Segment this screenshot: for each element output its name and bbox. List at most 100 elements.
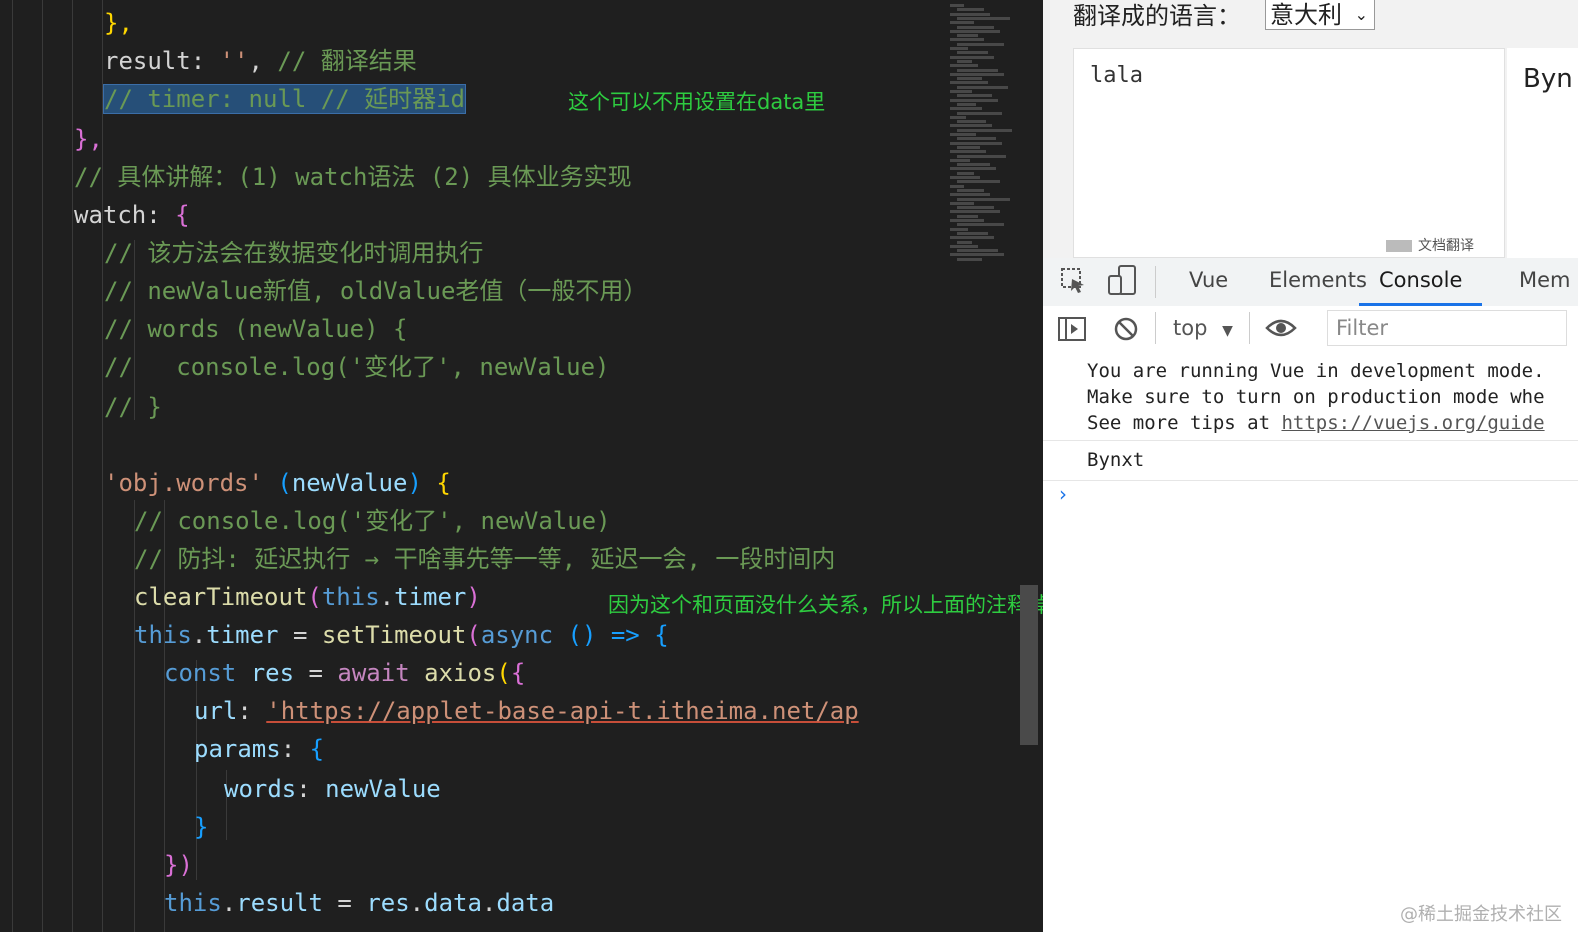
code-line-words[interactable]: words: newValue — [224, 770, 441, 808]
code-token: { — [510, 659, 526, 687]
code-line-close-brace[interactable]: }, — [104, 4, 133, 42]
code-line-obj-words-watcher[interactable]: 'obj.words' (newValue) { — [104, 464, 451, 502]
code-token: . — [221, 889, 237, 917]
code-token: ( — [496, 659, 511, 687]
eye-icon[interactable] — [1265, 316, 1297, 346]
result-text: Byn — [1523, 64, 1573, 94]
indent-guide — [72, 0, 73, 932]
minimap-line — [957, 214, 978, 218]
code-token: // console.log('变化了', newValue) — [104, 353, 610, 381]
vue-guide-link[interactable]: https://vuejs.org/guide — [1281, 412, 1544, 434]
code-editor[interactable]: }, result: '', // 翻译结果// timer: null // 延… — [0, 0, 1043, 932]
code-token: = — [294, 659, 338, 687]
tab-elements[interactable]: Elements — [1269, 258, 1367, 306]
minimap-line — [957, 51, 988, 55]
context-select[interactable]: top ▼ — [1173, 316, 1233, 340]
minimap-line — [950, 193, 990, 197]
inspect-element-icon[interactable] — [1059, 266, 1087, 300]
device-toolbar-icon[interactable] — [1107, 264, 1137, 302]
minimap-line — [957, 111, 1002, 115]
minimap-line — [950, 81, 988, 85]
doc-translate-link[interactable]: 文档翻译 — [1386, 235, 1474, 255]
code-token: () => — [553, 621, 655, 649]
tab-memory[interactable]: Mem — [1519, 258, 1571, 306]
sidebar-toggle-icon[interactable] — [1057, 315, 1087, 349]
console-message: See more tips at https://vuejs.org/guide — [1087, 412, 1545, 434]
minimap-line — [957, 249, 998, 253]
code-token: data — [496, 889, 555, 917]
code-token: params — [194, 735, 281, 763]
code-line-params[interactable]: params: { — [194, 730, 324, 768]
filter-input[interactable]: Filter — [1327, 310, 1567, 346]
editor-scrollbar[interactable] — [1020, 585, 1038, 745]
minimap-line — [957, 197, 1010, 201]
code-line-comment-explain[interactable]: // 具体讲解：(1) watch语法 (2) 具体业务实现 — [74, 158, 632, 196]
minimap-line — [950, 176, 980, 179]
minimap-line — [950, 98, 998, 102]
code-line-url[interactable]: url: 'https://applet-base-api-t.itheima.… — [194, 692, 859, 730]
minimap-line — [957, 34, 978, 38]
source-textarea[interactable]: lala 文档翻译 — [1073, 48, 1505, 258]
toolbar-divider — [1155, 312, 1156, 344]
toolbar-divider — [1249, 312, 1250, 344]
code-token: // newValue新值, oldValue老值（一般不用） — [104, 277, 648, 305]
minimap-line — [957, 240, 972, 244]
console-output: You are running Vue in development mode.… — [1043, 352, 1578, 932]
code-token: this — [134, 621, 192, 649]
code-token: : — [146, 201, 176, 229]
code-token: : — [237, 697, 267, 725]
code-token: { — [654, 621, 669, 649]
language-select[interactable]: 意大利 ⌄ — [1265, 0, 1375, 30]
minimap-line — [957, 188, 984, 192]
console-message: Make sure to turn on production mode whe — [1087, 386, 1545, 408]
code-line-timer-selected[interactable]: // timer: null // 延时器id — [103, 80, 466, 118]
code-token: : — [296, 775, 326, 803]
clear-console-icon[interactable] — [1113, 316, 1139, 348]
minimap-line — [950, 150, 986, 154]
code-token: words — [224, 775, 297, 803]
code-token: 'obj.words' — [104, 469, 263, 497]
code-line-axios-call[interactable]: const res = await axios({ — [164, 654, 525, 692]
code-token: ) — [407, 469, 437, 497]
code-line-clear-timeout[interactable]: clearTimeout(this.timer) — [134, 578, 481, 616]
code-line-comment-2[interactable]: // newValue新值, oldValue老值（一般不用） — [104, 272, 647, 310]
console-message-text: See more tips at — [1087, 412, 1282, 434]
tab-console[interactable]: Console — [1359, 258, 1483, 306]
code-line-comment-debounce[interactable]: // 防抖: 延迟执行 → 干啥事先等一等, 延迟一会, 一段时间内 — [134, 540, 835, 578]
code-line-comment-3[interactable]: // words (newValue) { — [104, 310, 407, 348]
code-line-axios-close[interactable]: }) — [164, 846, 193, 884]
code-line-params-close[interactable]: } — [194, 808, 208, 846]
code-line-result[interactable]: result: '', // 翻译结果 — [104, 42, 417, 80]
minimap-line — [950, 38, 984, 42]
code-line-comment-1[interactable]: // 该方法会在数据变化时调用执行 — [104, 234, 483, 272]
code-line-comment-4[interactable]: // console.log('变化了', newValue) — [104, 348, 609, 386]
minimap-line — [957, 77, 982, 81]
minimap-line — [957, 16, 1010, 20]
console-prompt-icon[interactable]: › — [1059, 482, 1067, 506]
chevron-down-icon: ⌄ — [1354, 5, 1368, 24]
code-token: watch — [74, 201, 147, 229]
tab-vue[interactable]: Vue — [1189, 258, 1228, 306]
minimap-line — [950, 158, 970, 162]
code-token: setTimeout — [321, 621, 467, 649]
minimap-line — [957, 102, 976, 106]
code-line-set-timeout[interactable]: this.timer = setTimeout(async () => { — [134, 616, 669, 654]
minimap-line — [957, 231, 988, 235]
code-line-watch[interactable]: watch: { — [74, 196, 190, 234]
minimap-line — [957, 42, 1004, 46]
code-token: const — [164, 659, 237, 687]
code-line-comment-log[interactable]: // console.log('变化了', newValue) — [134, 502, 611, 540]
minimap-line — [950, 133, 976, 136]
code-line-comment-5[interactable]: // } — [104, 388, 162, 426]
code-token: result — [104, 47, 191, 75]
code-token: ( — [307, 583, 322, 611]
minimap-line — [957, 206, 994, 210]
code-token: await — [337, 659, 410, 687]
code-line-data-close[interactable]: }, — [74, 120, 103, 158]
minimap[interactable] — [946, 0, 1020, 270]
minimap-line — [950, 253, 1004, 257]
code-token: : — [280, 735, 310, 763]
code-token: 'https://applet-base-api-t.itheima.net/a… — [266, 697, 859, 725]
code-line-assign-result[interactable]: this.result = res.data.data — [164, 884, 554, 922]
code-token: // 翻译结果 — [277, 47, 417, 75]
